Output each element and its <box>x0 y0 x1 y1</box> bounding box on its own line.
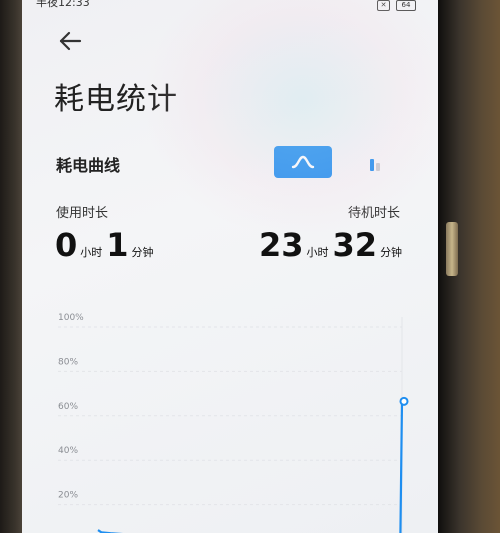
status-time: 半夜12:33 <box>36 0 90 9</box>
curve-icon <box>291 155 315 169</box>
standby-hours-unit: 小时 <box>306 246 329 259</box>
usage-duration-value: 0 小时 1 分钟 <box>55 226 158 264</box>
usage-minutes: 1 <box>106 226 129 264</box>
usage-minutes-unit: 分钟 <box>131 246 154 259</box>
standby-hours: 23 <box>259 226 304 264</box>
y-tick-label: 40% <box>58 446 78 456</box>
standby-duration-label: 待机时长 <box>348 206 401 221</box>
y-tick-label: 80% <box>58 357 78 367</box>
y-tick-label: 60% <box>58 402 78 412</box>
bar-view-button[interactable] <box>362 150 388 176</box>
battery-chart-svg: 100% 80% 60% 40% 20% <box>58 313 409 533</box>
standby-minutes: 32 <box>332 226 378 264</box>
usage-hours-unit: 小时 <box>80 246 103 259</box>
status-bar: 半夜12:33 ✕ 64 <box>22 0 438 14</box>
battery-icon: 64 <box>396 0 416 11</box>
sim-off-icon: ✕ <box>377 0 390 11</box>
standby-duration-value: 23 小时 32 分钟 <box>259 226 406 264</box>
usage-hours: 0 <box>55 226 78 264</box>
battery-chart: 100% 80% 60% 40% 20% <box>22 300 438 533</box>
phone-screen: 半夜12:33 ✕ 64 耗电统计 耗电曲线 使用时长 待机时长 0 小时 1 分钟 … <box>22 0 438 533</box>
page-title: 耗电统计 <box>54 82 178 117</box>
section-title: 耗电曲线 <box>56 156 121 175</box>
standby-minutes-unit: 分钟 <box>380 246 403 259</box>
usage-duration-label: 使用时长 <box>56 206 109 221</box>
bar-chart-icon <box>370 159 380 171</box>
battery-level-line <box>97 401 404 533</box>
y-tick-label: 100% <box>58 313 84 323</box>
phone-side-button <box>446 222 458 276</box>
current-level-point <box>399 396 409 406</box>
back-arrow-icon[interactable] <box>58 28 84 54</box>
y-tick-label: 20% <box>58 491 78 501</box>
photo-frame-left <box>0 0 22 533</box>
curve-view-button[interactable] <box>274 146 332 178</box>
